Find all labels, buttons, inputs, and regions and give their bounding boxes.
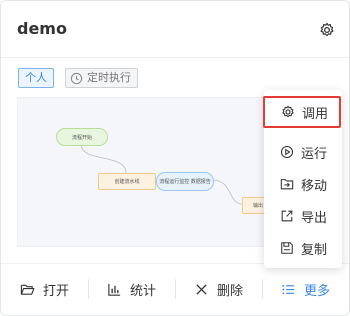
menu-item-export[interactable]: 导出	[264, 200, 342, 232]
folder-move-icon	[280, 179, 294, 190]
menu-item-invoke-label: 调用	[302, 106, 329, 122]
export-icon	[281, 210, 293, 222]
menu-item-export-label: 导出	[301, 210, 328, 226]
menu-item-run-label: 运行	[301, 146, 328, 162]
card-title: demo	[17, 19, 67, 38]
card-actions: 打开 统计 删除 更多	[1, 264, 349, 314]
menu-item-run[interactable]: 运行	[264, 136, 342, 168]
tag-scheduled: 定时执行	[65, 68, 138, 88]
tag-scheduled-label: 定时执行	[87, 71, 131, 84]
delete-label: 删除	[216, 283, 243, 299]
menu-item-move[interactable]: 移动	[264, 168, 342, 200]
more-menu: 调用 运行 移动 导出 复制	[263, 90, 342, 268]
clock-icon	[70, 72, 83, 84]
list-icon	[282, 284, 295, 294]
delete-button[interactable]: 删除	[175, 264, 262, 314]
settings-gear-icon[interactable]	[319, 22, 335, 38]
close-icon	[196, 283, 207, 295]
open-label: 打开	[42, 283, 69, 299]
menu-item-copy-label: 复制	[301, 242, 328, 258]
menu-item-move-label: 移动	[301, 178, 328, 194]
flow-node-create: 创建流水线	[98, 173, 156, 190]
open-button[interactable]: 打开	[1, 264, 88, 314]
stats-label: 统计	[129, 283, 156, 299]
stats-button[interactable]: 统计	[88, 264, 175, 314]
more-button[interactable]: 更多	[262, 264, 349, 314]
bar-chart-icon	[108, 283, 121, 296]
save-copy-icon	[281, 242, 293, 254]
header-divider	[1, 57, 349, 58]
flow-node-monitor: 流程运行监控 数据报告	[156, 172, 214, 191]
menu-item-invoke[interactable]: 调用	[263, 96, 341, 128]
more-label: 更多	[303, 283, 330, 299]
folder-open-icon	[20, 284, 35, 295]
gear-icon	[282, 105, 294, 118]
menu-item-copy[interactable]: 复制	[264, 232, 342, 264]
flow-node-start: 流程开始	[56, 128, 108, 146]
tag-personal: 个人	[18, 68, 54, 88]
play-circle-icon	[280, 145, 294, 159]
